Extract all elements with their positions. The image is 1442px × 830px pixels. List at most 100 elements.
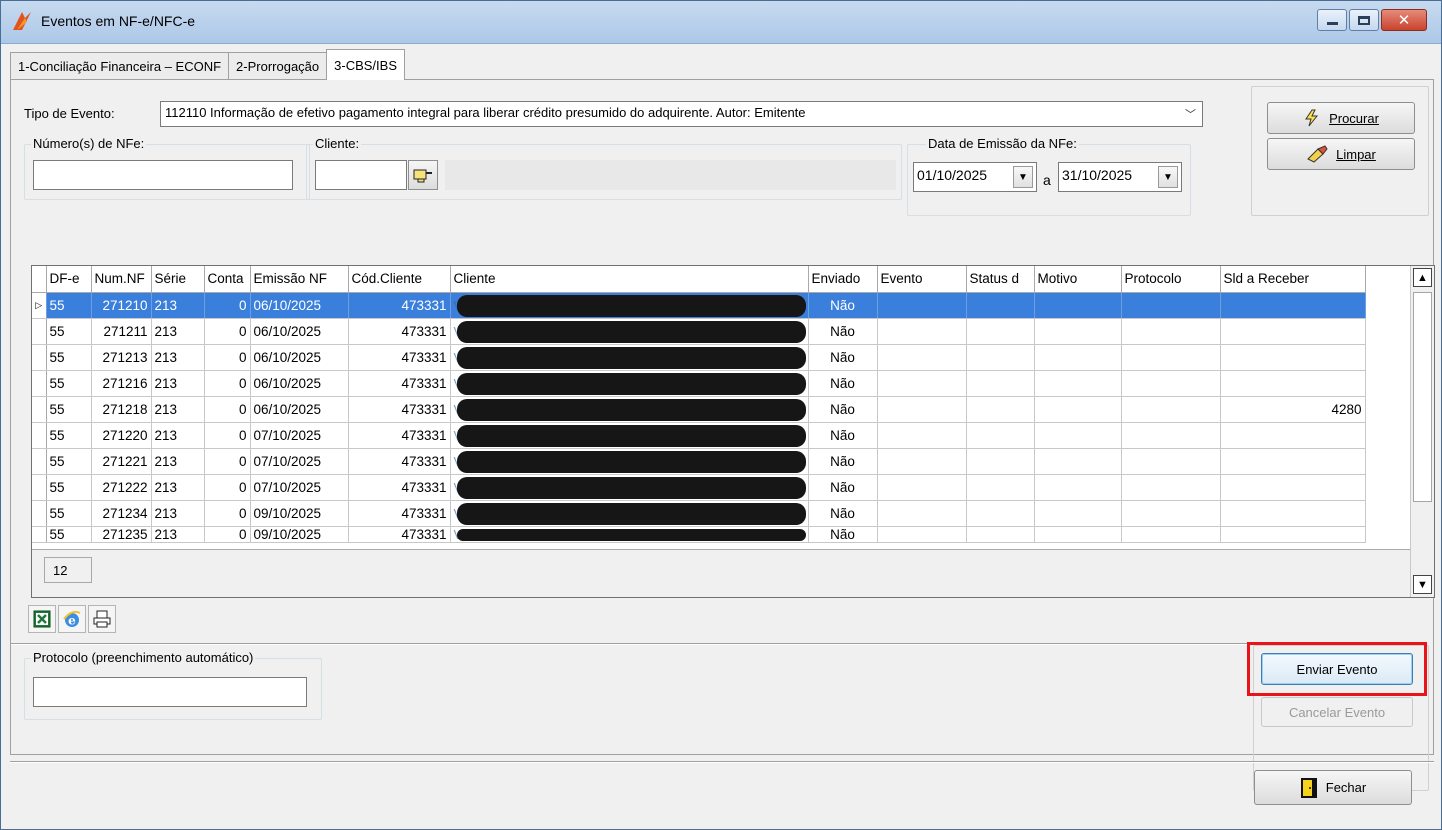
grid-cell-serie[interactable]: 213 — [151, 370, 205, 397]
fechar-button[interactable]: Fechar — [1254, 770, 1412, 805]
table-row[interactable]: ▷55271210213006/10/2025473331VOLKSWAGEN … — [32, 292, 1366, 319]
grid-cell-emissao[interactable]: 06/10/2025 — [250, 318, 349, 345]
grid-cell-conta[interactable]: 0 — [204, 526, 251, 543]
grid-cell-evento[interactable] — [877, 318, 967, 345]
grid-cell-protocolo[interactable] — [1121, 344, 1221, 371]
grid-cell-motivo[interactable] — [1034, 474, 1122, 501]
column-header[interactable]: Conta — [204, 266, 251, 293]
grid-cell-status[interactable] — [966, 500, 1035, 527]
table-row[interactable]: 55271218213006/10/2025473331VOLKSWAGEN D… — [32, 396, 1366, 423]
column-header[interactable]: Emissão NF — [250, 266, 349, 293]
grid-cell-serie[interactable]: 213 — [151, 422, 205, 449]
grid-cell-protocolo[interactable] — [1121, 396, 1221, 423]
tab-prorrogacao[interactable]: 2-Prorrogação — [228, 52, 328, 80]
grid-cell-status[interactable] — [966, 526, 1035, 543]
grid-cell-serie[interactable]: 213 — [151, 474, 205, 501]
tipo-evento-select[interactable]: 112110 Informação de efetivo pagamento i… — [160, 101, 1203, 127]
grid-cell-sld[interactable] — [1220, 448, 1366, 475]
limpar-button[interactable]: Limpar — [1267, 138, 1415, 170]
grid-cell-cod[interactable]: 473331 — [348, 474, 451, 501]
grid-cell-motivo[interactable] — [1034, 318, 1122, 345]
table-row[interactable]: 55271234213009/10/2025473331VOLKSWAGEN D… — [32, 500, 1366, 527]
grid-cell-sld[interactable] — [1220, 370, 1366, 397]
grid-cell-enviado[interactable]: Não — [808, 500, 878, 527]
grid-cell-conta[interactable]: 0 — [204, 396, 251, 423]
table-row[interactable]: 55271216213006/10/2025473331VOLKSWAGEN D… — [32, 370, 1366, 397]
table-row[interactable]: 55271213213006/10/2025473331VOLKSWAGEN D… — [32, 344, 1366, 371]
grid-cell-status[interactable] — [966, 474, 1035, 501]
grid-cell-num[interactable]: 271216 — [91, 370, 152, 397]
grid-cell-evento[interactable] — [877, 292, 967, 319]
grid-cell-serie[interactable]: 213 — [151, 344, 205, 371]
grid-cell-motivo[interactable] — [1034, 526, 1122, 543]
grid-cell-evento[interactable] — [877, 344, 967, 371]
row-indicator[interactable] — [32, 370, 47, 397]
column-header[interactable]: Num.NF — [91, 266, 152, 293]
grid-cell-cliente[interactable]: VOLKSWAGEN DO BRASIL LTDA-IND VEIC. AUTO — [450, 318, 809, 345]
grid-cell-status[interactable] — [966, 370, 1035, 397]
row-indicator[interactable] — [32, 500, 47, 527]
grid-cell-dfe[interactable]: 55 — [46, 318, 92, 345]
scroll-thumb[interactable] — [1413, 292, 1432, 502]
procurar-button[interactable]: Procurar — [1267, 102, 1415, 134]
grid-cell-enviado[interactable]: Não — [808, 318, 878, 345]
grid-cell-conta[interactable]: 0 — [204, 292, 251, 319]
grid-cell-enviado[interactable]: Não — [808, 526, 878, 543]
grid-cell-dfe[interactable]: 55 — [46, 526, 92, 543]
tab-conciliacao[interactable]: 1-Conciliação Financeira – ECONF — [10, 52, 230, 80]
grid-cell-protocolo[interactable] — [1121, 318, 1221, 345]
grid-cell-cod[interactable]: 473331 — [348, 422, 451, 449]
grid-cell-evento[interactable] — [877, 396, 967, 423]
grid-cell-cliente[interactable]: VOLKSWAGEN DO BRASIL LTDA-IND VEIC. AUTO — [450, 396, 809, 423]
grid-cell-motivo[interactable] — [1034, 292, 1122, 319]
data-fim-picker[interactable]: 31/10/2025 ▼ — [1058, 162, 1182, 192]
grid-cell-num[interactable]: 271210 — [91, 292, 152, 319]
grid-cell-conta[interactable]: 0 — [204, 318, 251, 345]
grid-cell-dfe[interactable]: 55 — [46, 500, 92, 527]
grid-cell-emissao[interactable]: 07/10/2025 — [250, 422, 349, 449]
grid-cell-protocolo[interactable] — [1121, 292, 1221, 319]
grid-cell-sld[interactable] — [1220, 292, 1366, 319]
grid-cell-conta[interactable]: 0 — [204, 474, 251, 501]
grid-cell-evento[interactable] — [877, 474, 967, 501]
grid-cell-num[interactable]: 271235 — [91, 526, 152, 543]
grid-cell-cod[interactable]: 473331 — [348, 500, 451, 527]
grid-cell-emissao[interactable]: 07/10/2025 — [250, 474, 349, 501]
row-indicator[interactable] — [32, 526, 47, 543]
column-header[interactable]: Sld a Receber — [1220, 266, 1366, 293]
grid-cell-emissao[interactable]: 09/10/2025 — [250, 500, 349, 527]
grid-cell-motivo[interactable] — [1034, 422, 1122, 449]
grid-cell-sld[interactable] — [1220, 318, 1366, 345]
grid-cell-num[interactable]: 271222 — [91, 474, 152, 501]
export-excel-button[interactable] — [28, 605, 56, 633]
enviar-evento-button[interactable]: Enviar Evento — [1261, 653, 1413, 685]
data-inicio-dropdown-button[interactable]: ▼ — [1013, 166, 1033, 188]
column-header[interactable]: Evento — [877, 266, 967, 293]
grid-cell-motivo[interactable] — [1034, 344, 1122, 371]
grid-cell-enviado[interactable]: Não — [808, 370, 878, 397]
scroll-down-button[interactable]: ▼ — [1413, 575, 1432, 594]
column-header[interactable]: Protocolo — [1121, 266, 1221, 293]
grid-cell-num[interactable]: 271234 — [91, 500, 152, 527]
column-header[interactable]: Cód.Cliente — [348, 266, 451, 293]
data-inicio-picker[interactable]: 01/10/2025 ▼ — [913, 162, 1037, 192]
grid-cell-protocolo[interactable] — [1121, 422, 1221, 449]
table-row[interactable]: 55271220213007/10/2025473331VOLKSWAGEN D… — [32, 422, 1366, 449]
cliente-code-input[interactable] — [315, 160, 407, 190]
cliente-lookup-button[interactable] — [408, 160, 438, 190]
grid-vertical-scrollbar[interactable]: ▲ ▼ — [1410, 266, 1434, 597]
grid-cell-evento[interactable] — [877, 448, 967, 475]
grid-cell-status[interactable] — [966, 318, 1035, 345]
grid-cell-num[interactable]: 271211 — [91, 318, 152, 345]
row-indicator[interactable] — [32, 344, 47, 371]
grid-cell-cliente[interactable]: VOLKSWAGEN DO BRASIL LTDA-IND VEIC. AUTO — [450, 344, 809, 371]
title-bar[interactable]: Eventos em NF-e/NFC-e ✕ — [1, 1, 1441, 44]
nfe-grid[interactable]: DF-e Num.NF Série Conta Emissão NF Cód.C… — [31, 265, 1435, 598]
grid-cell-motivo[interactable] — [1034, 448, 1122, 475]
grid-cell-status[interactable] — [966, 422, 1035, 449]
numero-nfe-input[interactable] — [33, 160, 293, 190]
table-row[interactable]: 55271221213007/10/2025473331VOLKSWAGEN D… — [32, 448, 1366, 475]
grid-cell-cliente[interactable]: VOLKSWAGEN DO BRASIL LTDA-IND VEIC. AUTO — [450, 526, 809, 543]
grid-cell-cod[interactable]: 473331 — [348, 526, 451, 543]
grid-cell-protocolo[interactable] — [1121, 526, 1221, 543]
